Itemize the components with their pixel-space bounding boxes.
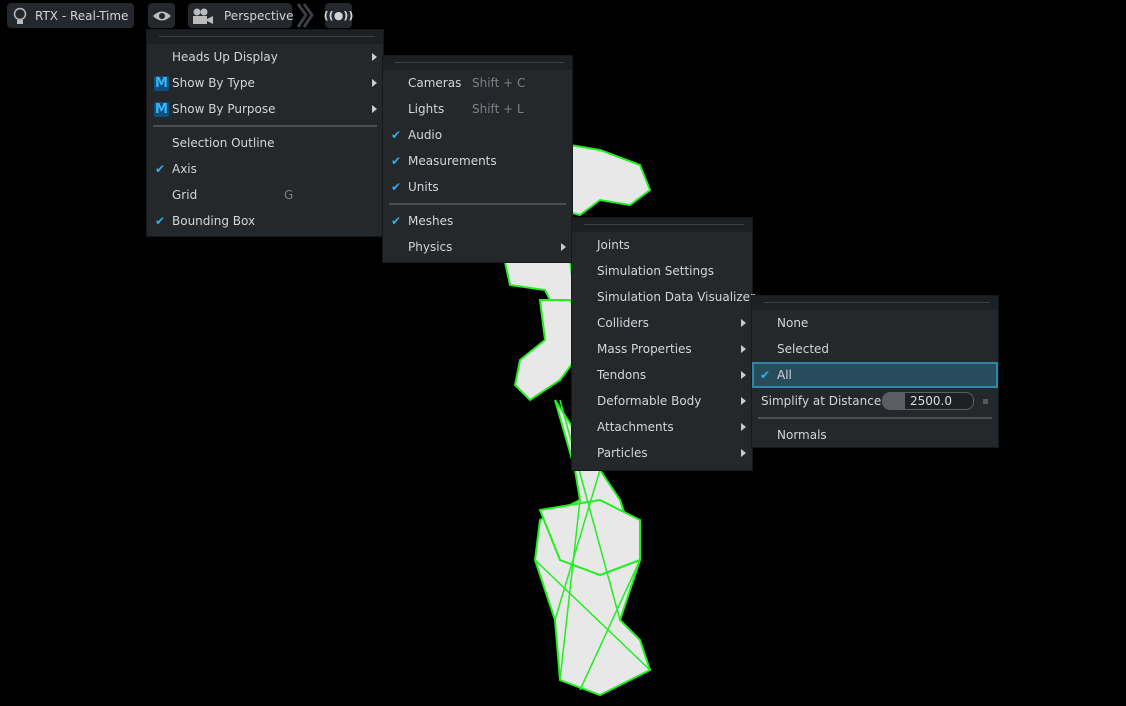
item-label: Physics <box>408 240 452 254</box>
chevron-right-icon <box>296 3 314 31</box>
item-label: Mass Properties <box>597 342 692 356</box>
item-label: Colliders <box>597 316 649 330</box>
item-label: Measurements <box>408 154 497 168</box>
renderer-button[interactable]: RTX - Real-Time <box>7 3 134 28</box>
item-label: Lights <box>408 102 444 116</box>
menu-item-all[interactable]: ✔ All <box>752 362 998 388</box>
item-label: Tendons <box>597 368 646 382</box>
menu-item-simulation-settings[interactable]: Simulation Settings <box>572 258 752 284</box>
visibility-button[interactable] <box>148 3 175 28</box>
submenu-arrow-icon <box>741 423 746 431</box>
menu-item-mass-properties[interactable]: Mass Properties <box>572 336 752 362</box>
eye-icon <box>152 10 172 22</box>
movie-camera-icon <box>192 8 214 24</box>
item-label: Deformable Body <box>597 394 701 408</box>
item-label: Units <box>408 180 439 194</box>
shortcut-label: Shift + L <box>472 102 524 116</box>
simplify-label: Simplify at Distance <box>761 394 881 408</box>
separator <box>153 125 377 127</box>
checkmark-icon: ✔ <box>760 368 770 382</box>
submenu-arrow-icon <box>372 53 377 61</box>
item-label: Bounding Box <box>172 214 255 228</box>
menu-item-colliders[interactable]: Colliders <box>572 310 752 336</box>
item-label: Simulation Settings <box>597 264 714 278</box>
broadcast-icon: ((●)) <box>324 9 354 22</box>
menu-item-cameras[interactable]: Cameras Shift + C <box>383 70 572 96</box>
menu-item-joints[interactable]: Joints <box>572 232 752 258</box>
item-label: Grid <box>172 188 197 202</box>
menu-item-axis[interactable]: ✔ Axis <box>147 156 383 182</box>
menu-item-bounding-box[interactable]: ✔ Bounding Box <box>147 208 383 234</box>
physics-menu: Joints Simulation Settings Simulation Data… <box>572 218 752 470</box>
item-label: Show By Type <box>172 76 255 90</box>
camera-button[interactable]: Perspective <box>188 3 292 28</box>
menu-item-show-by-type[interactable]: MShow By Type <box>147 70 383 96</box>
checkmark-icon: ✔ <box>391 154 401 168</box>
submenu-arrow-icon <box>741 449 746 457</box>
checkmark-icon: ✔ <box>391 180 401 194</box>
item-label: Simulation Data Visualizer <box>597 290 755 304</box>
menu-item-selection-outline[interactable]: Selection Outline <box>147 130 383 156</box>
menu-item-show-by-purpose[interactable]: MShow By Purpose <box>147 96 383 122</box>
submenu-arrow-icon <box>741 319 746 327</box>
colliders-menu: None Selected ✔ All Simplify at Distance 25… <box>752 296 998 447</box>
lightbulb-icon <box>13 7 27 25</box>
shortcut-label: Shift + C <box>472 76 525 90</box>
checkmark-icon: ✔ <box>155 162 165 176</box>
menu-item-audio[interactable]: ✔ Audio <box>383 122 572 148</box>
item-label: Selection Outline <box>172 136 275 150</box>
checkmark-icon: ✔ <box>391 214 401 228</box>
show-by-type-menu: Cameras Shift + C Lights Shift + L ✔ Audio ✔ Me… <box>383 56 572 262</box>
separator <box>389 203 566 205</box>
menu-item-selected[interactable]: Selected <box>752 336 998 362</box>
simplify-value: 2500.0 <box>910 394 952 408</box>
checkmark-icon: ✔ <box>391 128 401 142</box>
m-badge-icon: M <box>154 102 169 117</box>
checkmark-icon: ✔ <box>155 214 165 228</box>
menu-item-deformable-body[interactable]: Deformable Body <box>572 388 752 414</box>
camera-label: Perspective <box>224 9 294 23</box>
m-badge-icon: M <box>154 76 169 91</box>
submenu-arrow-icon <box>741 345 746 353</box>
menu-item-meshes[interactable]: ✔ Meshes <box>383 208 572 234</box>
menu-item-particles[interactable]: Particles <box>572 440 752 466</box>
item-label: Attachments <box>597 420 674 434</box>
menu-item-normals[interactable]: Normals <box>752 422 998 448</box>
simplify-at-distance: Simplify at Distance 2500.0 <box>752 388 998 414</box>
submenu-arrow-icon <box>741 371 746 379</box>
submenu-arrow-icon <box>372 79 377 87</box>
show-menu: Heads Up DisplayMShow By TypeMShow By Pu… <box>147 30 383 236</box>
item-label: Normals <box>777 428 827 442</box>
item-label: Axis <box>172 162 197 176</box>
item-label: Audio <box>408 128 442 142</box>
menu-item-attachments[interactable]: Attachments <box>572 414 752 440</box>
menu-item-lights[interactable]: Lights Shift + L <box>383 96 572 122</box>
menu-item-heads-up-display[interactable]: Heads Up Display <box>147 44 383 70</box>
item-label: Cameras <box>408 76 461 90</box>
submenu-arrow-icon <box>741 397 746 405</box>
item-label: Heads Up Display <box>172 50 278 64</box>
item-label: Particles <box>597 446 648 460</box>
item-label: Joints <box>597 238 630 252</box>
renderer-label: RTX - Real-Time <box>35 9 128 23</box>
submenu-arrow-icon <box>561 243 566 251</box>
reset-dot-icon[interactable] <box>983 399 988 404</box>
menu-item-simulation-data-visualizer[interactable]: Simulation Data Visualizer <box>572 284 752 310</box>
shortcut-label: G <box>284 188 293 202</box>
menu-item-measurements[interactable]: ✔ Measurements <box>383 148 572 174</box>
item-label: All <box>777 368 792 382</box>
item-label: Meshes <box>408 214 453 228</box>
broadcast-button[interactable]: ((●)) <box>325 3 352 28</box>
menu-item-none[interactable]: None <box>752 310 998 336</box>
item-label: None <box>777 316 808 330</box>
item-label: Selected <box>777 342 829 356</box>
separator <box>758 417 992 419</box>
menu-item-tendons[interactable]: Tendons <box>572 362 752 388</box>
menu-item-physics[interactable]: Physics <box>383 234 572 260</box>
submenu-arrow-icon <box>372 105 377 113</box>
menu-item-units[interactable]: ✔ Units <box>383 174 572 200</box>
simplify-distance-field[interactable]: 2500.0 <box>882 392 974 410</box>
menu-item-grid[interactable]: Grid G <box>147 182 383 208</box>
item-label: Show By Purpose <box>172 102 276 116</box>
